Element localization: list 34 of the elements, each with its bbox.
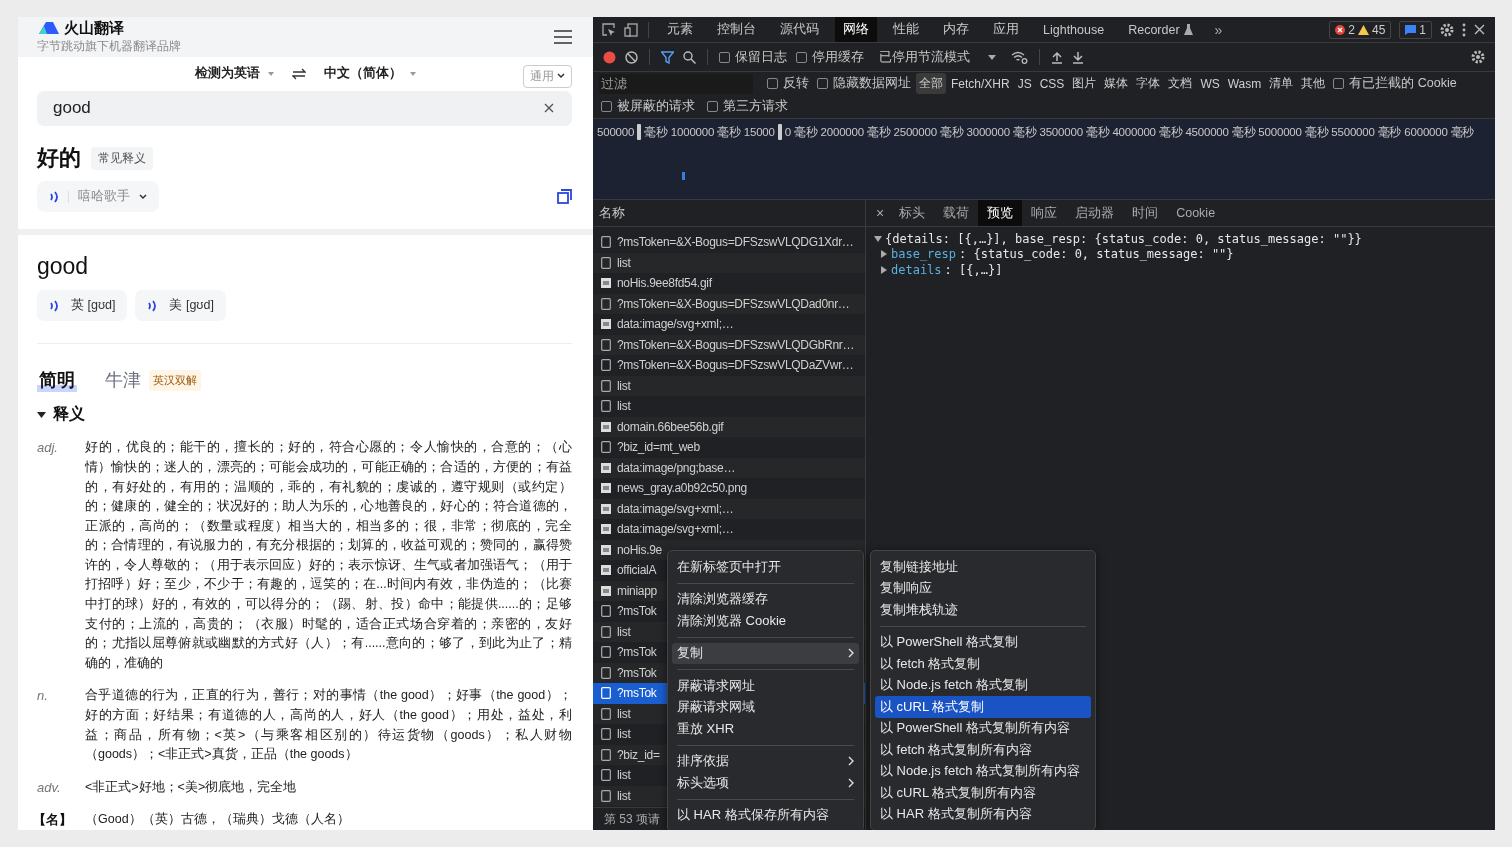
- definition-text: <非正式>好地；<美>彻底地，完全地: [85, 778, 298, 796]
- json-value: : {status_code: 0, status_message: ""}: [959, 247, 1234, 262]
- json-key: details: [891, 262, 942, 277]
- timeline-tick-label: 6000000 毫秒: [1404, 124, 1475, 140]
- definition-text: 好的，优良的；能干的，擅长的；好的，符合心愿的；令人愉快的，合意的；（心情）愉快的；迷人的，漂亮的；可能会成功的，可能正确的；合适的，方便的；有益的，有好处的，有用的；温顺的，乖的，有礼貌的；虔诚的，遵守规则（或约定）的；健康的，健全的；状况好的；助人为乐的，心地善良的，好心的；符合道德的，正派的，高尚的；（数量或程度）相当大的，相当多的；很，非常；彻底的，完全的；合情理的，有说服力的，有充分根据的；划算的，收益可观的；赞同的，赢得赞许的，令人尊敬的；（用于表示回应）好的；表示惊讶、生气或者加强语气；（用于打招呼）好；至少，不少于；有趣的，逗笑的；在...时间内有效，非伪造的；（比赛中打的球）好的，有效的，可以得分的；（踢、射、投）命中；能提供......的；足够支付的；上流的，高贵的；（衣服）时髦的，适合正式场合穿着的；亲密的，友好的；尤指以屈尊俯就或幽默的方式好（人）；有......意向的；够了，到此为止了；精确的，准确的: [85, 439, 572, 672]
- part-of-speech: 【名】: [33, 811, 73, 830]
- timeline-tick-label: 3000000 毫秒: [966, 124, 1037, 140]
- bilingual-badge: 英汉双解: [149, 369, 201, 391]
- timeline-tick-label: 1000000 毫秒: [670, 124, 741, 140]
- app-title: 火山翻译: [64, 18, 124, 38]
- json-value: : [{,…}]: [944, 262, 1003, 277]
- app-tagline: 字节跳动旗下机器翻译品牌: [37, 37, 181, 55]
- meaning-tag: 常见释义: [91, 146, 153, 170]
- translation-text: 好的: [37, 144, 81, 173]
- definition-text: （Good）（英）古德，（瑞典）戈德（人名）: [85, 811, 351, 829]
- timeline-tick-label: 15000: [743, 126, 775, 138]
- timeline-tick-label: 5500000 毫秒: [1331, 124, 1402, 140]
- timeline-tick-label: 2000000 毫秒: [820, 124, 891, 140]
- json-key: base_resp: [891, 247, 957, 262]
- timeline-tick-label: 5000000 毫秒: [1258, 124, 1329, 140]
- timeline-tick-label: 4500000 毫秒: [1185, 124, 1256, 140]
- part-of-speech: adv.: [37, 778, 62, 797]
- part-of-speech: adj.: [37, 439, 59, 458]
- timeline-tick-label: 4000000 毫秒: [1112, 124, 1183, 140]
- timeline-tick-label: 3500000 毫秒: [1039, 124, 1110, 140]
- section-title: 释义: [53, 404, 85, 425]
- timeline-tick-label: 毫秒: [644, 124, 668, 140]
- headword: good: [37, 253, 90, 281]
- timeline-tick-label: 2500000 毫秒: [893, 124, 964, 140]
- timeline-tick-label: 0 毫秒: [784, 124, 818, 140]
- timeline-tick-label: 500000: [597, 126, 635, 138]
- definition-text: 合乎道德的行为，正直的行为，善行；对的事情（the good）；好事（the good）；好的方面；好结果；有道德的人，高尚的人，好人（the good）；用处，益处，利益；商品，所有物；<英>（与乘客相区别的）待运货物（goods）；私人财物（goods）；<非正式>真货，正品（the goods）: [85, 687, 572, 764]
- json-summary: {details: [{,…}], base_resp: {status_code: 0, status_message: ""}}: [885, 231, 1362, 246]
- part-of-speech: n.: [37, 687, 49, 706]
